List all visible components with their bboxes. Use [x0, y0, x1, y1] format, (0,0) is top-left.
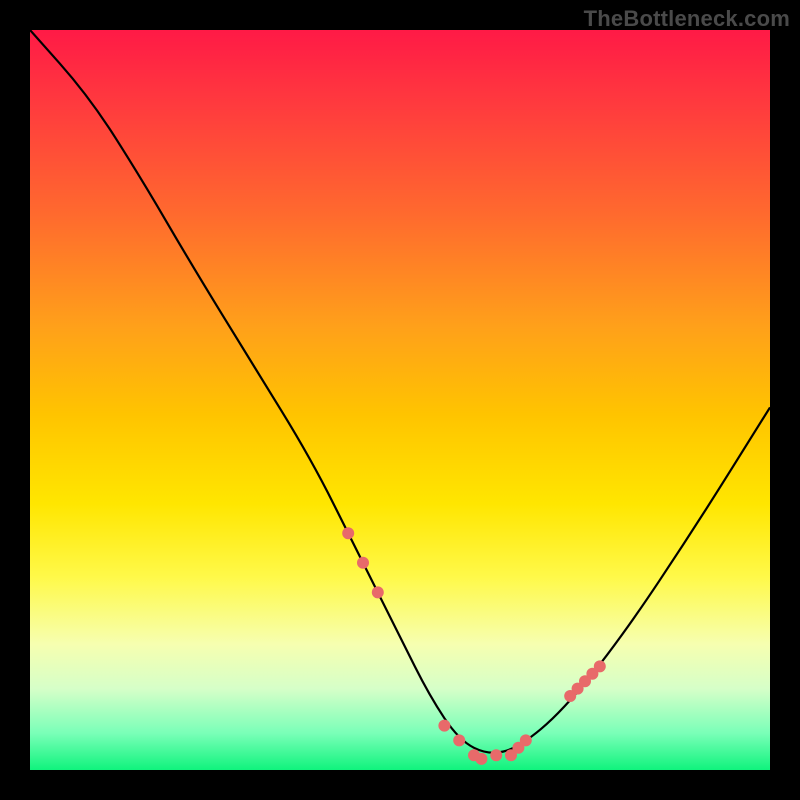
chart-plot-area [30, 30, 770, 770]
highlighted-point [453, 734, 465, 746]
highlighted-point [594, 660, 606, 672]
highlighted-point [357, 557, 369, 569]
highlighted-point [490, 749, 502, 761]
highlighted-point [520, 734, 532, 746]
highlighted-point [372, 586, 384, 598]
highlighted-point [475, 753, 487, 765]
highlighted-point [342, 527, 354, 539]
highlighted-point [438, 720, 450, 732]
highlighted-points-group [342, 527, 606, 765]
watermark-text: TheBottleneck.com [584, 6, 790, 32]
bottleneck-curve [30, 30, 770, 753]
bottleneck-curve-svg [30, 30, 770, 770]
